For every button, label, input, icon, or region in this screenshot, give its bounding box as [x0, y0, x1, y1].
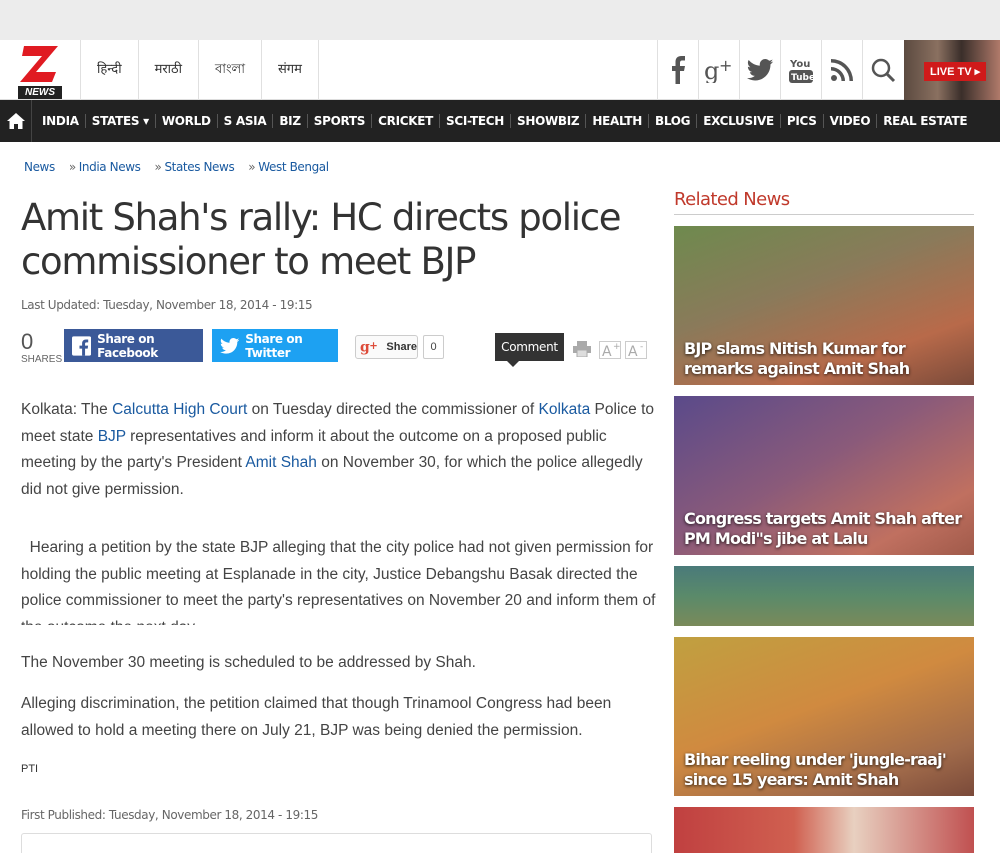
- nav-item-biz[interactable]: BIZ: [273, 114, 308, 128]
- share-count-number: 0: [21, 329, 34, 354]
- share-count-label: SHARES: [21, 354, 63, 365]
- zee-logo-icon: [20, 46, 58, 82]
- comment-button[interactable]: Comment: [495, 333, 564, 367]
- comment-box[interactable]: [21, 833, 652, 853]
- lang-link-sangam[interactable]: संगम: [262, 40, 319, 100]
- article-paragraph-1: Kolkata: The Calcutta High Court on Tues…: [21, 397, 661, 503]
- nav-item-india[interactable]: INDIA: [36, 114, 86, 128]
- related-news-caption: Congress targets Amit Shah after PM Modi…: [684, 509, 962, 548]
- nav-item-blog[interactable]: BLOG: [649, 114, 698, 128]
- related-news-card[interactable]: [674, 566, 974, 626]
- nav-item-exclusive[interactable]: EXCLUSIVE: [697, 114, 781, 128]
- svg-text:Tube: Tube: [791, 73, 814, 83]
- rss-icon[interactable]: [821, 40, 862, 100]
- lang-link-hindi[interactable]: हिन्दी: [81, 40, 139, 100]
- youtube-icon[interactable]: You Tube: [780, 40, 821, 100]
- article-paragraph-2: Hearing a petition by the state BJP alle…: [21, 539, 656, 625]
- svg-text:+: +: [369, 341, 378, 352]
- breadcrumb-item[interactable]: India News: [79, 160, 141, 174]
- font-increase-icon[interactable]: A +: [598, 341, 622, 361]
- svg-text:A: A: [602, 344, 612, 359]
- svg-text:g: g: [704, 57, 719, 83]
- breadcrumb-item[interactable]: States News: [164, 160, 234, 174]
- paragraph-text: on Tuesday directed the commissioner of: [247, 401, 539, 418]
- related-news-divider: [674, 214, 974, 215]
- nav-item-states[interactable]: STATES ▾: [86, 114, 156, 128]
- nav-item-sports[interactable]: SPORTS: [308, 114, 373, 128]
- search-icon[interactable]: [862, 40, 903, 100]
- related-news-title: Related News: [674, 189, 790, 210]
- home-icon[interactable]: [0, 100, 32, 142]
- nav-item-s-asia[interactable]: S ASIA: [218, 114, 274, 128]
- share-twitter-label: Share on Twitter: [245, 331, 303, 360]
- svg-text:A: A: [628, 344, 638, 359]
- google-plus-icon[interactable]: g +: [698, 40, 739, 100]
- related-news-card[interactable]: Congress targets Amit Shah after PM Modi…: [674, 396, 974, 555]
- breadcrumb-item[interactable]: West Bengal: [258, 160, 329, 174]
- lang-link-marathi[interactable]: मराठी: [139, 40, 199, 100]
- last-updated: Last Updated: Tuesday, November 18, 2014…: [21, 298, 313, 312]
- facebook-icon: [72, 335, 92, 356]
- facebook-icon[interactable]: [657, 40, 698, 100]
- twitter-icon: [220, 337, 240, 354]
- svg-text:+: +: [719, 57, 732, 75]
- nav-item-sci-tech[interactable]: SCI-TECH: [440, 114, 511, 128]
- share-twitter-button[interactable]: Share on Twitter: [212, 329, 338, 362]
- language-links: हिन्दी मराठी বাংলা संगम: [80, 40, 319, 100]
- svg-text:-: -: [640, 342, 643, 352]
- main-nav: INDIA STATES ▾ WORLD S ASIA BIZ SPORTS C…: [0, 100, 1000, 142]
- related-news-caption: Bihar reeling under 'jungle-raaj' since …: [684, 750, 947, 789]
- font-decrease-icon[interactable]: A-: [624, 341, 648, 361]
- share-google-plus-label: Share: [386, 341, 417, 353]
- nav-item-world[interactable]: WORLD: [156, 114, 218, 128]
- breadcrumb-separator: »: [154, 160, 162, 174]
- live-tv-badge: LIVE TV ▸: [924, 62, 987, 81]
- live-tv-thumbnail[interactable]: LIVE TV ▸: [904, 40, 1000, 100]
- article-source: PTI: [21, 763, 39, 775]
- related-news-card[interactable]: [674, 807, 974, 853]
- nav-item-video[interactable]: VIDEO: [824, 114, 878, 128]
- article-title: Amit Shah's rally: HC directs police com…: [21, 196, 622, 283]
- print-icon[interactable]: [572, 341, 592, 361]
- nav-item-pics[interactable]: PICS: [781, 114, 824, 128]
- related-news-caption: BJP slams Nitish Kumar for remarks again…: [684, 339, 910, 378]
- breadcrumb: News » India News » States News » West Beng…: [24, 160, 329, 174]
- link-amit-shah[interactable]: Amit Shah: [245, 454, 317, 471]
- share-google-plus-button[interactable]: g + Share: [355, 335, 418, 359]
- svg-text:You: You: [789, 59, 810, 70]
- first-published: First Published: Tuesday, November 18, 2…: [21, 808, 318, 822]
- google-plus-count: 0: [423, 335, 444, 359]
- share-facebook-button[interactable]: Share on Facebook: [64, 329, 203, 362]
- related-news-card[interactable]: BJP slams Nitish Kumar for remarks again…: [674, 226, 974, 385]
- link-bjp[interactable]: BJP: [98, 428, 126, 445]
- nav-item-health[interactable]: HEALTH: [586, 114, 649, 128]
- zee-news-logo[interactable]: NEWS: [18, 44, 62, 99]
- google-plus-icon: g +: [360, 340, 378, 355]
- browser-top-strip: [0, 0, 1000, 40]
- breadcrumb-separator: »: [248, 160, 256, 174]
- twitter-icon[interactable]: [739, 40, 780, 100]
- nav-item-showbiz[interactable]: SHOWBIZ: [511, 114, 587, 128]
- link-kolkata[interactable]: Kolkata: [539, 401, 591, 418]
- nav-item-real-estate[interactable]: REAL ESTATE: [877, 114, 973, 128]
- breadcrumb-item[interactable]: News: [24, 160, 55, 174]
- breadcrumb-separator: »: [68, 160, 76, 174]
- article-paragraph-3: The November 30 meeting is scheduled to …: [21, 654, 476, 671]
- paragraph-text: Kolkata: The: [21, 401, 113, 418]
- nav-item-cricket[interactable]: CRICKET: [372, 114, 441, 128]
- svg-text:+: +: [613, 342, 621, 352]
- social-icons: g + You Tube: [657, 40, 903, 100]
- share-count: 0 SHARES: [21, 329, 63, 366]
- related-news-card[interactable]: Bihar reeling under 'jungle-raaj' since …: [674, 637, 974, 796]
- share-facebook-label: Share on Facebook: [97, 331, 158, 360]
- site-header: NEWS हिन्दी मराठी বাংলা संगम g + You Tube …: [0, 40, 1000, 100]
- lang-link-bangla[interactable]: বাংলা: [199, 40, 263, 100]
- logo-text: NEWS: [18, 86, 62, 99]
- article-paragraph-4: Alleging discrimination, the petition cl…: [21, 695, 612, 739]
- link-calcutta-high-court[interactable]: Calcutta High Court: [112, 401, 247, 418]
